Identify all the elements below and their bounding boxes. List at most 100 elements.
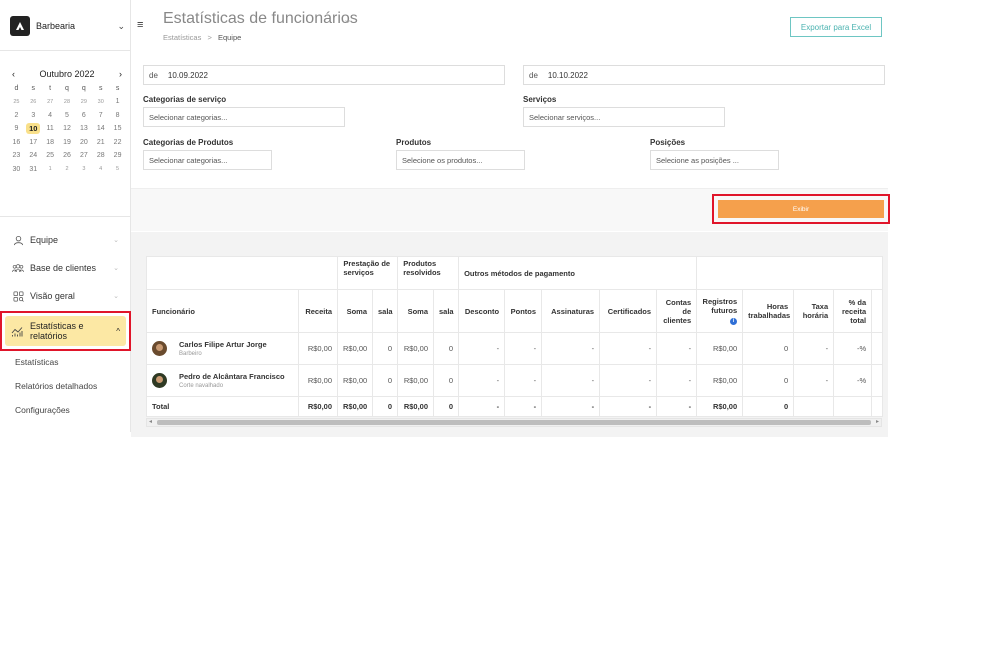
- calendar-day[interactable]: 11: [42, 123, 59, 136]
- cell-subs: -: [541, 364, 601, 397]
- calendar-day[interactable]: 28: [92, 150, 109, 163]
- person-icon: [12, 234, 24, 246]
- calendar-day[interactable]: 24: [25, 150, 42, 163]
- col-hourly-rate[interactable]: Taxa horária: [793, 289, 835, 333]
- calendar-day[interactable]: 2: [8, 109, 25, 122]
- table-row[interactable]: Pedro de Alcântara Francisco Corte navalh…: [146, 364, 884, 397]
- calendar-day[interactable]: 27: [75, 150, 92, 163]
- calendar-day[interactable]: 14: [92, 123, 109, 136]
- calendar-day[interactable]: 26: [59, 150, 76, 163]
- calendar-day[interactable]: 6: [75, 109, 92, 122]
- col-products-sum[interactable]: Soma: [397, 289, 434, 333]
- calendar-day[interactable]: 25: [42, 150, 59, 163]
- table-row[interactable]: Carlos Filipe Artur Jorge Barbeiro R$0,00 R…: [146, 332, 884, 365]
- calendar-day[interactable]: 4: [92, 163, 109, 176]
- calendar-day[interactable]: 5: [59, 109, 76, 122]
- calendar-day[interactable]: 22: [109, 136, 126, 149]
- info-icon[interactable]: i: [730, 318, 738, 325]
- calendar-day[interactable]: 20: [75, 136, 92, 149]
- calendar-day-today[interactable]: 10: [25, 123, 42, 136]
- export-excel-button[interactable]: Exportar para Excel: [790, 17, 882, 37]
- sidebar-item-clients[interactable]: Base de clientes ⌄: [0, 254, 131, 282]
- calendar-day[interactable]: 3: [25, 109, 42, 122]
- calendar-day[interactable]: 8: [109, 109, 126, 122]
- calendar-day[interactable]: 26: [25, 96, 42, 109]
- col-points[interactable]: Pontos: [504, 289, 543, 333]
- date-to-field[interactable]: de 10.10.2022: [523, 65, 885, 85]
- sidebar-subitem-detailed-reports[interactable]: Relatórios detalhados: [15, 381, 97, 391]
- calendar-day[interactable]: 16: [8, 136, 25, 149]
- col-employee[interactable]: Funcionário: [146, 289, 299, 333]
- breadcrumb-parent[interactable]: Estatísticas: [163, 33, 201, 42]
- col-revenue-share[interactable]: % da receita total: [833, 289, 873, 333]
- services-select[interactable]: Selecionar serviços...: [523, 107, 725, 127]
- show-button[interactable]: Exibir: [718, 200, 884, 218]
- product-categories-select[interactable]: Selecionar categorias...: [143, 150, 272, 170]
- calendar-day[interactable]: 28: [59, 96, 76, 109]
- calendar-day[interactable]: 19: [59, 136, 76, 149]
- calendar-day[interactable]: 21: [92, 136, 109, 149]
- calendar-day[interactable]: 4: [42, 109, 59, 122]
- calendar-day[interactable]: 31: [25, 163, 42, 176]
- calendar-day[interactable]: 12: [59, 123, 76, 136]
- calendar-day[interactable]: 30: [8, 163, 25, 176]
- col-revenue[interactable]: Receita: [298, 289, 338, 333]
- calendar-day[interactable]: 5: [109, 163, 126, 176]
- calendar-day[interactable]: 3: [75, 163, 92, 176]
- service-categories-label: Categorias de serviço: [143, 95, 227, 104]
- calendar-day[interactable]: 7: [92, 109, 109, 122]
- calendar-day[interactable]: 9: [8, 123, 25, 136]
- calendar-day-number: 13: [79, 125, 88, 133]
- menu-icon[interactable]: ≡: [137, 19, 143, 31]
- positions-select[interactable]: Selecione as posições ...: [650, 150, 779, 170]
- col-future-records[interactable]: Registros futuros i: [696, 289, 744, 333]
- products-select[interactable]: Selecione os produtos...: [396, 150, 525, 170]
- calendar-day[interactable]: 25: [8, 96, 25, 109]
- service-categories-select[interactable]: Selecionar categorias...: [143, 107, 345, 127]
- prev-month-icon[interactable]: ‹: [12, 69, 15, 79]
- employee-cell: Pedro de Alcântara Francisco Corte navalh…: [146, 364, 299, 397]
- col-products-room[interactable]: sala: [432, 289, 460, 333]
- scroll-left-icon[interactable]: ◂: [149, 418, 152, 425]
- sidebar-subitem-stats[interactable]: Estatísticas: [15, 357, 58, 367]
- calendar-day[interactable]: 23: [8, 150, 25, 163]
- col-client-accounts[interactable]: Contas de clientes: [656, 289, 698, 333]
- horizontal-scrollbar[interactable]: ◂ ▸: [146, 418, 882, 427]
- col-services-room[interactable]: sala: [372, 289, 398, 333]
- calendar-day[interactable]: 30: [92, 96, 109, 109]
- sidebar-item-team[interactable]: Equipe ⌄: [0, 226, 131, 254]
- calendar-day[interactable]: 1: [42, 163, 59, 176]
- calendar-grid: d s t q q s s 25 26 27 28 29 30 1 2 3 4 5 6 7 8 9 10 11 12 13 14 15…: [8, 82, 126, 176]
- col-discount[interactable]: Desconto: [458, 289, 506, 333]
- calendar-day[interactable]: 17: [25, 136, 42, 149]
- sidebar-item-stats[interactable]: Estatísticas e relatórios ^: [0, 311, 131, 351]
- cell-share: -%: [833, 364, 873, 397]
- total-products-sum: R$0,00: [397, 396, 434, 417]
- calendar-day-number: 25: [46, 152, 55, 160]
- calendar-day[interactable]: 2: [59, 163, 76, 176]
- chevron-down-icon[interactable]: ⌄: [343, 13, 352, 26]
- calendar-day-number: 21: [96, 138, 105, 146]
- cell-certs: -: [599, 364, 658, 397]
- col-certificates[interactable]: Certificados: [599, 289, 658, 333]
- calendar-day[interactable]: 18: [42, 136, 59, 149]
- col-hours-worked[interactable]: Horas trabalhadas: [742, 289, 795, 333]
- col-subscriptions[interactable]: Assinaturas: [541, 289, 601, 333]
- date-from-value: 10.09.2022: [167, 70, 208, 80]
- calendar-day[interactable]: 13: [75, 123, 92, 136]
- scroll-right-icon[interactable]: ▸: [876, 418, 879, 425]
- sidebar-subitem-settings[interactable]: Configurações: [15, 405, 70, 415]
- calendar-day[interactable]: 29: [109, 150, 126, 163]
- scrollbar-thumb[interactable]: [157, 420, 871, 425]
- brand-selector[interactable]: Barbearia ⌄: [10, 16, 125, 36]
- sidebar-item-overview[interactable]: Visão geral ⌄: [0, 282, 131, 310]
- col-services-sum[interactable]: Soma: [337, 289, 373, 333]
- total-label: Total: [146, 396, 299, 417]
- calendar-day[interactable]: 1: [109, 96, 126, 109]
- calendar-day[interactable]: 27: [42, 96, 59, 109]
- calendar-day[interactable]: 15: [109, 123, 126, 136]
- calendar-day[interactable]: 29: [75, 96, 92, 109]
- calendar-day-number: 27: [79, 152, 88, 160]
- next-month-icon[interactable]: ›: [119, 69, 122, 79]
- date-from-field[interactable]: de 10.09.2022: [143, 65, 505, 85]
